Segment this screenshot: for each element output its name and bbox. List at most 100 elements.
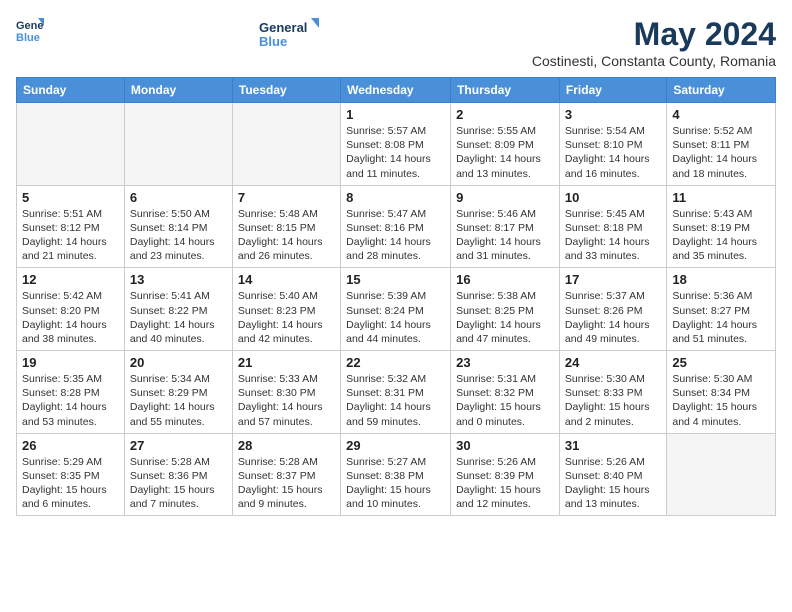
day-cell: 17Sunrise: 5:37 AM Sunset: 8:26 PM Dayli…	[559, 268, 666, 351]
day-cell: 23Sunrise: 5:31 AM Sunset: 8:32 PM Dayli…	[451, 351, 560, 434]
day-info: Sunrise: 5:28 AM Sunset: 8:36 PM Dayligh…	[130, 455, 227, 512]
day-number: 6	[130, 190, 227, 205]
day-info: Sunrise: 5:33 AM Sunset: 8:30 PM Dayligh…	[238, 372, 335, 429]
logo: General Blue	[16, 16, 46, 44]
day-info: Sunrise: 5:30 AM Sunset: 8:34 PM Dayligh…	[672, 372, 770, 429]
day-info: Sunrise: 5:54 AM Sunset: 8:10 PM Dayligh…	[565, 124, 661, 181]
day-number: 28	[238, 438, 335, 453]
day-cell: 24 Sunrise: 5:30 AM Sunset: 8:33 PM Dayli…	[559, 351, 666, 434]
day-info: Sunrise: 5:40 AM Sunset: 8:23 PM Dayligh…	[238, 289, 335, 346]
day-cell: 3 Sunrise: 5:54 AM Sunset: 8:10 PM Daylig…	[559, 103, 666, 186]
calendar-table: SundayMondayTuesdayWednesdayThursdayFrid…	[16, 77, 776, 516]
day-info: Sunrise: 5:26 AM Sunset: 8:39 PM Dayligh…	[456, 455, 554, 512]
day-number: 12	[22, 272, 119, 287]
day-cell: 13Sunrise: 5:41 AM Sunset: 8:22 PM Dayli…	[124, 268, 232, 351]
logo-svg: General Blue	[259, 16, 319, 52]
day-info: Sunrise: 5:45 AM Sunset: 8:18 PM Dayligh…	[565, 207, 661, 264]
day-info: Sunrise: 5:46 AM Sunset: 8:17 PM Dayligh…	[456, 207, 554, 264]
day-cell: 2Sunrise: 5:55 AM Sunset: 8:09 PM Daylig…	[451, 103, 560, 186]
title-block: May 2024 Costinesti, Constanta County, R…	[532, 16, 776, 69]
location-subtitle: Costinesti, Constanta County, Romania	[532, 53, 776, 69]
day-number: 5	[22, 190, 119, 205]
day-number: 3	[565, 107, 661, 122]
day-info: Sunrise: 5:30 AM Sunset: 8:33 PM Dayligh…	[565, 372, 661, 429]
week-row-2: 12 Sunrise: 5:42 AM Sunset: 8:20 PM Dayli…	[17, 268, 776, 351]
day-info: Sunrise: 5:27 AM Sunset: 8:38 PM Dayligh…	[346, 455, 445, 512]
day-cell: 11 Sunrise: 5:43 AM Sunset: 8:19 PM Dayli…	[667, 185, 776, 268]
week-row-3: 19 Sunrise: 5:35 AM Sunset: 8:28 PM Dayli…	[17, 351, 776, 434]
day-cell	[17, 103, 125, 186]
day-info: Sunrise: 5:35 AM Sunset: 8:28 PM Dayligh…	[22, 372, 119, 429]
day-info: Sunrise: 5:28 AM Sunset: 8:37 PM Dayligh…	[238, 455, 335, 512]
day-info: Sunrise: 5:26 AM Sunset: 8:40 PM Dayligh…	[565, 455, 661, 512]
day-info: Sunrise: 5:32 AM Sunset: 8:31 PM Dayligh…	[346, 372, 445, 429]
weekday-thursday: Thursday	[451, 78, 560, 103]
day-number: 8	[346, 190, 445, 205]
day-number: 11	[672, 190, 770, 205]
day-cell: 19 Sunrise: 5:35 AM Sunset: 8:28 PM Dayli…	[17, 351, 125, 434]
day-info: Sunrise: 5:57 AM Sunset: 8:08 PM Dayligh…	[346, 124, 445, 181]
weekday-tuesday: Tuesday	[232, 78, 340, 103]
day-number: 1	[346, 107, 445, 122]
day-cell: 15Sunrise: 5:39 AM Sunset: 8:24 PM Dayli…	[341, 268, 451, 351]
day-number: 9	[456, 190, 554, 205]
day-info: Sunrise: 5:37 AM Sunset: 8:26 PM Dayligh…	[565, 289, 661, 346]
day-cell: 30 Sunrise: 5:26 AM Sunset: 8:39 PM Dayli…	[451, 433, 560, 516]
week-row-4: 26Sunrise: 5:29 AM Sunset: 8:35 PM Dayli…	[17, 433, 776, 516]
day-cell	[667, 433, 776, 516]
day-number: 26	[22, 438, 119, 453]
day-cell: 31Sunrise: 5:26 AM Sunset: 8:40 PM Dayli…	[559, 433, 666, 516]
day-cell: 20Sunrise: 5:34 AM Sunset: 8:29 PM Dayli…	[124, 351, 232, 434]
day-cell	[232, 103, 340, 186]
svg-text:Blue: Blue	[259, 34, 287, 49]
day-cell: 8 Sunrise: 5:47 AM Sunset: 8:16 PM Daylig…	[341, 185, 451, 268]
weekday-sunday: Sunday	[17, 78, 125, 103]
day-info: Sunrise: 5:51 AM Sunset: 8:12 PM Dayligh…	[22, 207, 119, 264]
svg-text:General: General	[16, 20, 44, 32]
logo-icon: General Blue	[16, 16, 44, 44]
day-cell: 29Sunrise: 5:27 AM Sunset: 8:38 PM Dayli…	[341, 433, 451, 516]
day-number: 14	[238, 272, 335, 287]
day-info: Sunrise: 5:39 AM Sunset: 8:24 PM Dayligh…	[346, 289, 445, 346]
day-cell: 26Sunrise: 5:29 AM Sunset: 8:35 PM Dayli…	[17, 433, 125, 516]
day-info: Sunrise: 5:42 AM Sunset: 8:20 PM Dayligh…	[22, 289, 119, 346]
day-info: Sunrise: 5:41 AM Sunset: 8:22 PM Dayligh…	[130, 289, 227, 346]
day-number: 18	[672, 272, 770, 287]
day-cell	[124, 103, 232, 186]
day-number: 10	[565, 190, 661, 205]
day-number: 19	[22, 355, 119, 370]
day-cell: 18 Sunrise: 5:36 AM Sunset: 8:27 PM Dayli…	[667, 268, 776, 351]
day-info: Sunrise: 5:52 AM Sunset: 8:11 PM Dayligh…	[672, 124, 770, 181]
day-info: Sunrise: 5:48 AM Sunset: 8:15 PM Dayligh…	[238, 207, 335, 264]
day-number: 4	[672, 107, 770, 122]
day-info: Sunrise: 5:34 AM Sunset: 8:29 PM Dayligh…	[130, 372, 227, 429]
day-cell: 25 Sunrise: 5:30 AM Sunset: 8:34 PM Dayli…	[667, 351, 776, 434]
day-number: 23	[456, 355, 554, 370]
week-row-1: 5 Sunrise: 5:51 AM Sunset: 8:12 PM Daylig…	[17, 185, 776, 268]
day-cell: 21Sunrise: 5:33 AM Sunset: 8:30 PM Dayli…	[232, 351, 340, 434]
day-info: Sunrise: 5:50 AM Sunset: 8:14 PM Dayligh…	[130, 207, 227, 264]
day-cell: 27Sunrise: 5:28 AM Sunset: 8:36 PM Dayli…	[124, 433, 232, 516]
day-info: Sunrise: 5:47 AM Sunset: 8:16 PM Dayligh…	[346, 207, 445, 264]
day-number: 22	[346, 355, 445, 370]
week-row-0: 1 Sunrise: 5:57 AM Sunset: 8:08 PM Daylig…	[17, 103, 776, 186]
day-number: 16	[456, 272, 554, 287]
day-cell: 7Sunrise: 5:48 AM Sunset: 8:15 PM Daylig…	[232, 185, 340, 268]
weekday-header-row: SundayMondayTuesdayWednesdayThursdayFrid…	[17, 78, 776, 103]
day-info: Sunrise: 5:36 AM Sunset: 8:27 PM Dayligh…	[672, 289, 770, 346]
svg-text:Blue: Blue	[16, 32, 40, 44]
day-cell: 22 Sunrise: 5:32 AM Sunset: 8:31 PM Dayli…	[341, 351, 451, 434]
weekday-monday: Monday	[124, 78, 232, 103]
day-info: Sunrise: 5:43 AM Sunset: 8:19 PM Dayligh…	[672, 207, 770, 264]
day-cell: 6 Sunrise: 5:50 AM Sunset: 8:14 PM Daylig…	[124, 185, 232, 268]
day-cell: 4 Sunrise: 5:52 AM Sunset: 8:11 PM Daylig…	[667, 103, 776, 186]
day-number: 24	[565, 355, 661, 370]
day-cell: 16Sunrise: 5:38 AM Sunset: 8:25 PM Dayli…	[451, 268, 560, 351]
day-cell: 14 Sunrise: 5:40 AM Sunset: 8:23 PM Dayli…	[232, 268, 340, 351]
day-number: 30	[456, 438, 554, 453]
day-number: 25	[672, 355, 770, 370]
svg-text:General: General	[259, 20, 307, 35]
month-title: May 2024	[532, 16, 776, 53]
weekday-wednesday: Wednesday	[341, 78, 451, 103]
day-cell: 28 Sunrise: 5:28 AM Sunset: 8:37 PM Dayli…	[232, 433, 340, 516]
